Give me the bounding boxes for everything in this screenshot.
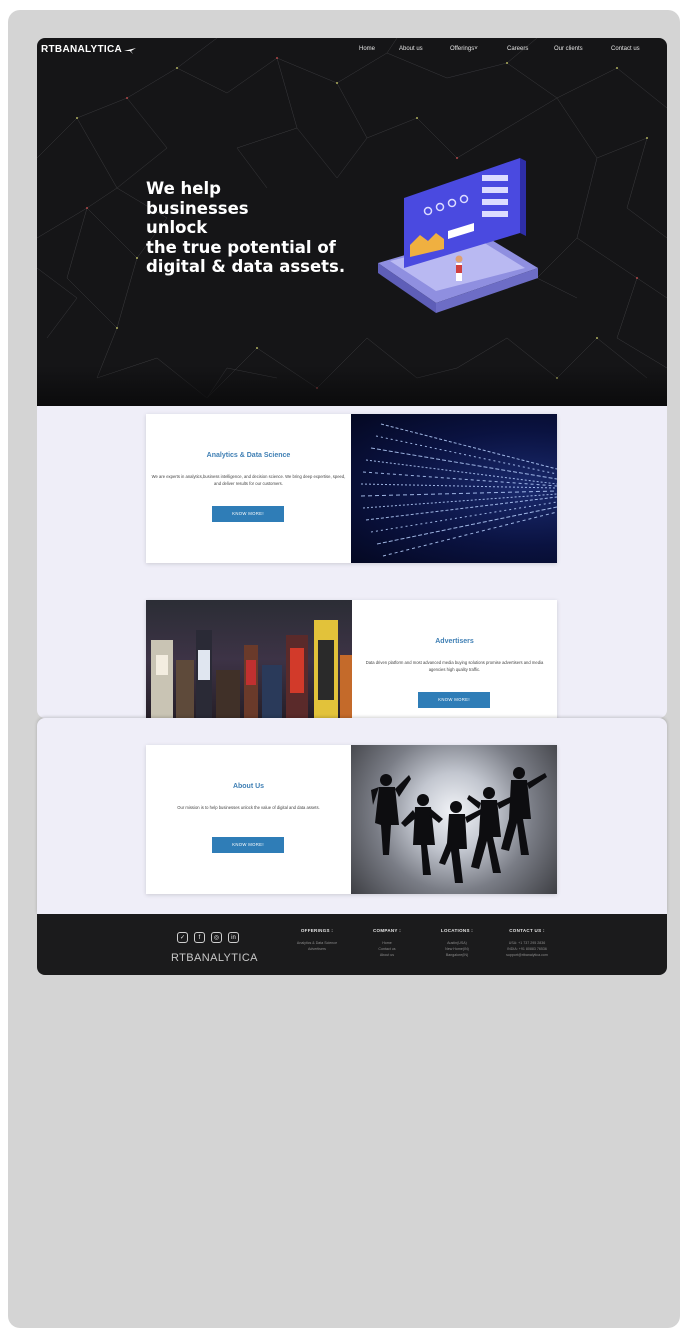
advertisers-know-more-button[interactable]: KNOW MORE! bbox=[418, 692, 490, 708]
about-card: About Us Our mission is to help business… bbox=[146, 745, 557, 894]
footer-location: Bangalore(IN) bbox=[445, 953, 469, 957]
facebook-icon[interactable]: f bbox=[194, 932, 205, 943]
advertisers-desc: Data driven platform and most advanced m… bbox=[365, 660, 544, 672]
brand-name: RTBANALYTICA bbox=[41, 44, 123, 55]
network-background bbox=[37, 38, 667, 399]
analytics-text: Analytics & Data Science We are experts … bbox=[146, 414, 351, 563]
nav-contact[interactable]: Contact us bbox=[611, 46, 640, 52]
site-footer: ✓ f ◎ in RTBANALYTICA OFFERINGS : Analyt… bbox=[37, 914, 667, 975]
about-desc: Our mission is to help businesses unlock… bbox=[177, 805, 320, 810]
offerings-panel: Analytics & Data Science We are experts … bbox=[37, 406, 667, 718]
footer-locations-heading: LOCATIONS : bbox=[440, 928, 474, 933]
about-title: About Us bbox=[232, 783, 265, 790]
footer-contact-heading: CONTACT US : bbox=[509, 928, 545, 933]
hero-line-5: digital & data assets. bbox=[146, 257, 346, 276]
dashboard-illustration bbox=[378, 158, 538, 313]
about-text: About Us Our mission is to help business… bbox=[146, 745, 351, 894]
footer-company: COMPANY : Home Contact us About us bbox=[347, 928, 427, 958]
nav-careers[interactable]: Careers bbox=[507, 46, 528, 52]
city-lights-image bbox=[146, 600, 352, 718]
linkedin-icon[interactable]: in bbox=[228, 932, 239, 943]
hero-line-4: the true potential of bbox=[146, 237, 336, 257]
nav-offerings-label: Offerings bbox=[450, 46, 475, 52]
nav-about[interactable]: About us bbox=[399, 46, 423, 52]
hero-section: RTBANALYTICA Home About us Offerings˅ Ca… bbox=[37, 38, 667, 406]
team-silhouette-image bbox=[351, 745, 557, 894]
footer-link[interactable]: Advertisers bbox=[277, 946, 357, 952]
hero-line-2: businesses bbox=[146, 198, 249, 218]
hero-line-3: unlock bbox=[146, 218, 208, 237]
analytics-title: Analytics & Data Science bbox=[206, 452, 291, 459]
footer-locations: LOCATIONS : Austin(USA) New Home(IN) Ban… bbox=[417, 928, 497, 958]
data-stream-image bbox=[351, 414, 557, 563]
footer-contact-item[interactable]: support@rtbanalytica.com bbox=[487, 952, 567, 958]
footer-contact: CONTACT US : USA: +1 737 295 2836 INDIA:… bbox=[487, 928, 567, 958]
advertisers-card: Advertisers Data driven platform and mos… bbox=[146, 600, 557, 718]
brand-logo[interactable]: RTBANALYTICA bbox=[41, 44, 137, 55]
footer-offerings: OFFERINGS : Analytics & Data Science Adv… bbox=[277, 928, 357, 952]
plane-icon bbox=[124, 47, 137, 54]
social-links: ✓ f ◎ in bbox=[177, 932, 239, 943]
advertisers-text: Advertisers Data driven platform and mos… bbox=[352, 600, 557, 718]
instagram-icon[interactable]: ◎ bbox=[211, 932, 222, 943]
footer-logo: RTBANALYTICA bbox=[171, 952, 258, 964]
nav-clients[interactable]: Our clients bbox=[554, 46, 583, 52]
nav-offerings[interactable]: Offerings˅ bbox=[450, 46, 478, 52]
hero-bottom-fade bbox=[37, 366, 667, 406]
analytics-know-more-button[interactable]: KNOW MORE! bbox=[212, 506, 284, 522]
analytics-desc: We are experts in analytics,business int… bbox=[151, 474, 346, 486]
hero-headline: We help businesses unlock the true poten… bbox=[146, 179, 345, 277]
analytics-card: Analytics & Data Science We are experts … bbox=[146, 414, 557, 563]
nav-home[interactable]: Home bbox=[359, 46, 375, 52]
hero-line-1: We help bbox=[146, 179, 221, 198]
chevron-down-icon: ˅ bbox=[474, 46, 478, 52]
advertisers-title: Advertisers bbox=[435, 638, 474, 645]
twitter-icon[interactable]: ✓ bbox=[177, 932, 188, 943]
about-know-more-button[interactable]: KNOW MORE! bbox=[212, 837, 284, 853]
footer-link[interactable]: About us bbox=[347, 952, 427, 958]
footer-company-heading: COMPANY : bbox=[372, 928, 402, 933]
about-panel: About Us Our mission is to help business… bbox=[37, 718, 667, 914]
footer-offerings-heading: OFFERINGS : bbox=[300, 928, 334, 933]
